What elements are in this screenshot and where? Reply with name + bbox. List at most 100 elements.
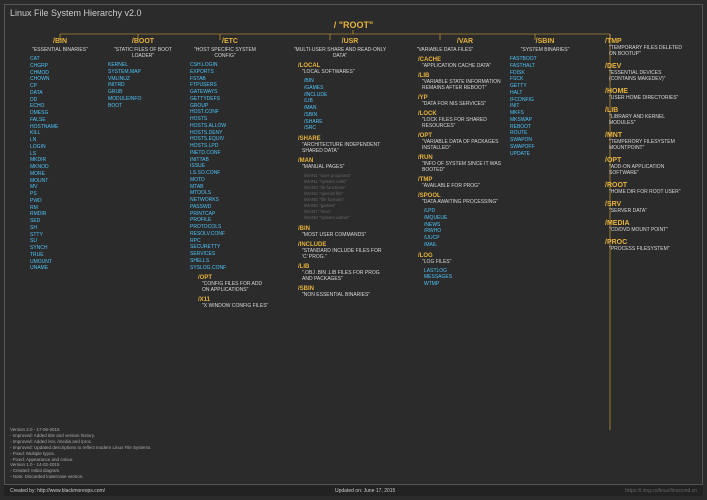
list-item: FALSE — [30, 117, 90, 124]
list-item: PASSWD — [190, 204, 270, 211]
right-row: /TMP"TEMPORARY FILES DELETED ON BOOTUP" — [605, 38, 695, 57]
sub-desc: "VARIABLE STATE INFORMATION REMAINS AFTE… — [422, 79, 502, 91]
list-item: DATA — [30, 90, 90, 97]
right-desc: "TEMPORARY FILES DELETED ON BOOTUP" — [609, 45, 689, 57]
sub-desc: "VARIABLE DATA OF PACKAGES INSTALLED" — [422, 139, 502, 151]
list-item: BOOT — [108, 103, 178, 110]
list-item: HOSTS.LPD — [190, 143, 270, 150]
list-item: /MQUEUE — [424, 215, 520, 222]
list-item: SWAPON — [510, 137, 580, 144]
list-item: FDISK — [510, 70, 580, 77]
version-line: - Note: Discarded lowercase version. — [10, 474, 152, 480]
right-column: /TMP"TEMPORARY FILES DELETED ON BOOTUP"/… — [605, 38, 695, 258]
sub-desc: "APPLICATION CACHE DATA" — [422, 63, 502, 69]
list-item: CHGRP — [30, 63, 90, 70]
list-item: /SRC — [304, 125, 410, 132]
list-item: SERVICES — [190, 251, 270, 258]
list-item: DD — [30, 97, 90, 104]
list-item: PROFILE — [190, 217, 270, 224]
list-item: TRUE — [30, 252, 90, 259]
list-item: EXPORTS — [190, 69, 270, 76]
footer-bar: Created by: http://www.blackmoreops.com/… — [4, 484, 703, 496]
list-item: UNAME — [30, 265, 90, 272]
list-item: HOSTS.ALLOW — [190, 123, 270, 130]
list-item: SHELLS — [190, 258, 270, 265]
right-desc: "HOME DIR FOR ROOT USER" — [609, 189, 689, 195]
root-node: / "ROOT" — [334, 20, 374, 30]
sub-desc: "X WINDOW CONFIG FILES" — [202, 303, 270, 309]
usr-desc: "MULTI-USER SHARE AND READ-ONLY DATA" — [290, 47, 390, 59]
list-item: WTMP — [424, 281, 520, 288]
right-row: /SRV"SERVER DATA" — [605, 201, 695, 214]
right-row: /MNT"TEMPERORY FILESYSTEM MOUNTPOINT" — [605, 132, 695, 151]
list-item: GETTYDEFS — [190, 96, 270, 103]
list-item: FTPUSERS — [190, 82, 270, 89]
list-item: FSTAB — [190, 76, 270, 83]
list-item: /LIB — [304, 98, 410, 105]
list-item: SYSLOG.CONF — [190, 265, 270, 272]
list-item: STTY — [30, 232, 90, 239]
sbin-desc: "SYSTEM BINARIES" — [510, 47, 580, 53]
list-item: ISSUE — [190, 163, 270, 170]
etc-header: /ETC — [190, 38, 270, 45]
right-header: /LIB — [605, 107, 695, 114]
list-item: MESSAGES — [424, 274, 520, 281]
list-item: /MAN8 "system admin" — [304, 215, 410, 221]
list-item: /MAN — [304, 105, 410, 112]
list-item: /NEWS — [424, 222, 520, 229]
list-item: RM — [30, 205, 90, 212]
col-etc: /ETC "HOST SPECIFIC SYSTEM CONFIG" CSH.L… — [190, 38, 270, 312]
list-item: PRINTCAP — [190, 211, 270, 218]
footer-created: Created by: http://www.blackmoreops.com/ — [10, 488, 105, 494]
sub-desc: "LOCAL SOFTWARES" — [302, 69, 382, 75]
list-item: CSH.LOGIN — [190, 62, 270, 69]
list-item: KERNEL — [108, 62, 178, 69]
list-item: /SBIN — [304, 112, 410, 119]
list-item: GETTY — [510, 83, 580, 90]
right-desc: "ESSENTIAL DEVICES (CONTAINS MAKEDEV)" — [609, 70, 689, 82]
etc-desc: "HOST SPECIFIC SYSTEM CONFIG" — [190, 47, 260, 59]
sub-desc: "LOG FILES" — [422, 259, 502, 265]
list-item: INITTAB — [190, 157, 270, 164]
list-item: LS — [30, 151, 90, 158]
list-item: LN — [30, 137, 90, 144]
usr-header: /USR — [290, 38, 410, 45]
list-item: RESOLV.CONF — [190, 231, 270, 238]
right-row: /OPT"ADD-ON APPLICATION SOFTWARE" — [605, 157, 695, 176]
list-item: /SHARE — [304, 119, 410, 126]
right-row: /DEV"ESSENTIAL DEVICES (CONTAINS MAKEDEV… — [605, 63, 695, 82]
right-header: /TMP — [605, 38, 695, 45]
right-desc: "CD/DVD MOUNT POINT" — [609, 227, 689, 233]
list-item: MOTD — [190, 177, 270, 184]
sub-desc: "CONFIG FILES FOR ADD ON APPLICATIONS" — [202, 281, 270, 293]
right-desc: "TEMPERORY FILESYSTEM MOUNTPOINT" — [609, 139, 689, 151]
list-item: RMDIR — [30, 211, 90, 218]
right-desc: "LIBRARY AND KERNEL MODULES" — [609, 114, 689, 126]
list-item: /INCLUDE — [304, 92, 410, 99]
sub-desc: "AVAILABLE FOR PROG" — [422, 183, 502, 189]
sbin-list: FASTBOOTFASTHALTFDISKFSCKGETTYHALTIFCONF… — [510, 56, 580, 157]
bin-list: CATCHGRPCHMODCHOWNCPDATADDECHODMESGFALSE… — [30, 56, 90, 272]
list-item: UMOUNT — [30, 259, 90, 266]
list-item: GRUB — [108, 89, 178, 96]
sbin-header: /SBIN — [510, 38, 580, 45]
list-item: HOSTS.EQUIV — [190, 136, 270, 143]
list-item: /MAIL — [424, 242, 520, 249]
list-item: CHMOD — [30, 70, 90, 77]
sub-desc: "MOST USER COMMANDS" — [302, 232, 382, 238]
list-item: CHOWN — [30, 76, 90, 83]
right-row: /PROC"PROCESS FILESYSTEM" — [605, 239, 695, 252]
boot-header: /BOOT — [108, 38, 178, 45]
list-item: MORE — [30, 171, 90, 178]
sub-desc: ".OBJ .BIN .LIB FILES FOR PROG AND PACKA… — [302, 270, 382, 282]
list-item: UPDATE — [510, 151, 580, 158]
list-item: MOUNT — [30, 178, 90, 185]
list-item: /GAMES — [304, 85, 410, 92]
var-header: /VAR — [410, 38, 520, 45]
list-item: SH — [30, 225, 90, 232]
right-row: /MEDIA"CD/DVD MOUNT POINT" — [605, 220, 695, 233]
col-sbin: /SBIN "SYSTEM BINARIES" FASTBOOTFASTHALT… — [510, 38, 580, 157]
list-item: MKDIR — [30, 157, 90, 164]
list-item: SWAPOFF — [510, 144, 580, 151]
list-item: HOST.CONF — [190, 109, 270, 116]
